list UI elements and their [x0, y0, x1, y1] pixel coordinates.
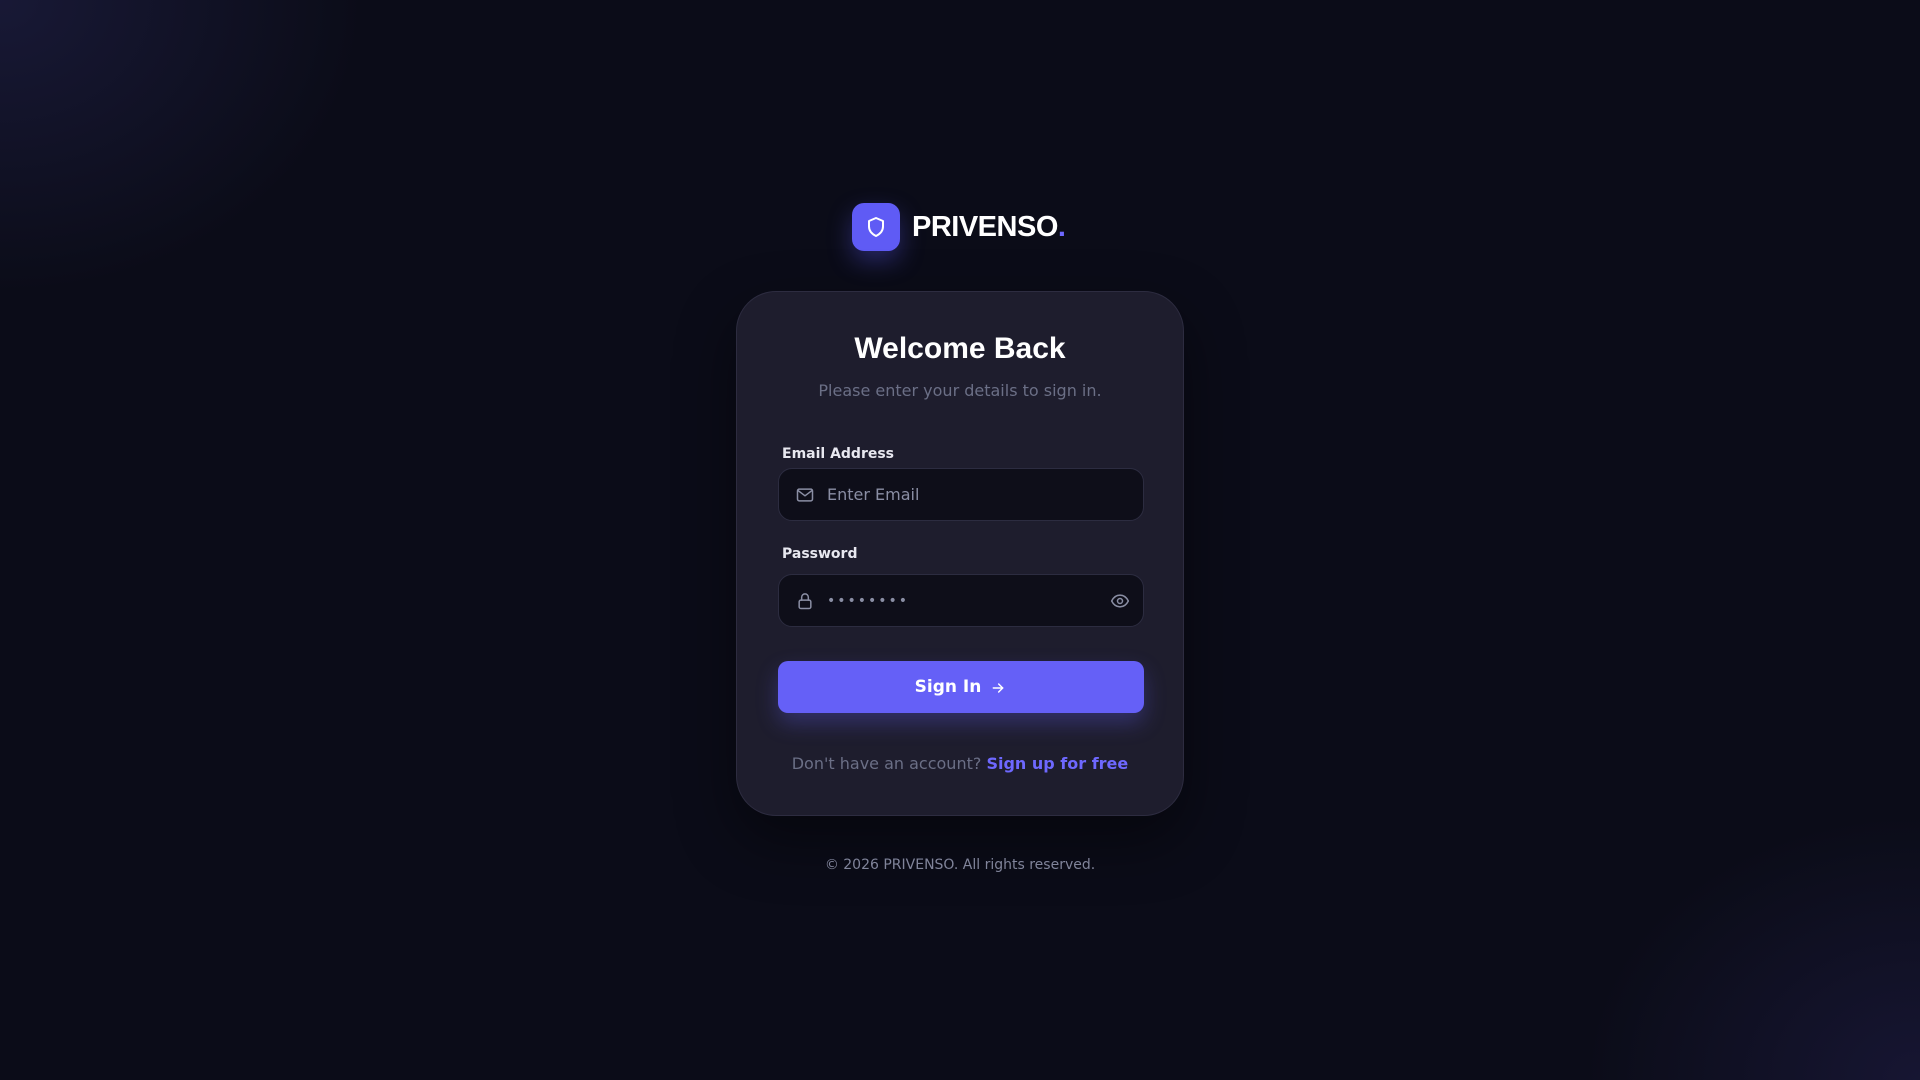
brand: PRIVENSO.	[852, 203, 1066, 251]
brand-name-text: PRIVENSO	[912, 210, 1058, 243]
password-label: Password	[782, 546, 858, 562]
eye-icon[interactable]	[1109, 590, 1131, 612]
brand-dot: .	[1057, 210, 1066, 243]
shield-icon	[868, 217, 884, 237]
sign-in-card: Welcome Back Please enter your details t…	[736, 291, 1184, 816]
arrow-right-icon	[989, 679, 1007, 697]
signup-row: Don't have an account? Sign up for free	[737, 754, 1183, 773]
brand-logo	[852, 203, 900, 251]
email-input[interactable]	[827, 469, 1093, 520]
sign-in-label: Sign In	[914, 677, 982, 697]
lock-icon	[794, 590, 816, 612]
email-field[interactable]	[778, 468, 1144, 521]
email-label: Email Address	[782, 446, 895, 462]
mail-icon	[794, 484, 816, 506]
password-field[interactable]: ••••••••	[778, 574, 1144, 627]
footer-copyright: © 2026 PRIVENSO. All rights reserved.	[824, 857, 1096, 873]
password-value: ••••••••	[827, 592, 910, 609]
sign-in-button[interactable]: Sign In	[778, 661, 1144, 713]
card-subtitle: Please enter your details to sign in.	[818, 381, 1102, 400]
sign-up-link[interactable]: Sign up for free	[986, 754, 1128, 773]
brand-name: PRIVENSO.	[912, 210, 1066, 244]
password-input[interactable]: ••••••••	[827, 575, 1093, 626]
card-title: Welcome Back	[854, 332, 1066, 365]
signup-prompt: Don't have an account?	[791, 754, 987, 773]
